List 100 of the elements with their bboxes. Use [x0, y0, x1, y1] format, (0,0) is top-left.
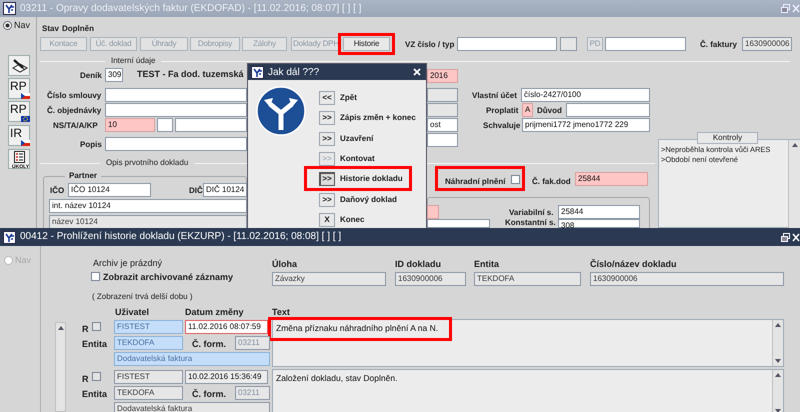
action-label: Zápis změn + konec — [340, 113, 416, 123]
input-field[interactable] — [105, 137, 247, 151]
input-field: TEKDOFA — [474, 272, 581, 286]
checkbox-label: Zobrazit archivované záznamy — [103, 272, 234, 282]
action-label: Uzavření — [340, 134, 374, 144]
action-button[interactable]: >> — [319, 111, 335, 125]
checklist-icon — [14, 151, 25, 163]
input-field[interactable] — [175, 118, 247, 132]
field-label: Číslo smlouvy — [47, 91, 102, 101]
scrollbar[interactable] — [55, 322, 66, 412]
pen-paper-icon — [11, 58, 28, 74]
field-label: Náhradní plnění — [445, 177, 506, 187]
input-field[interactable]: 10.02.2016 15:36:49 — [185, 370, 268, 384]
scrollbar[interactable] — [788, 140, 800, 229]
input-field[interactable]: název 10124 — [49, 215, 247, 229]
input-field[interactable] — [427, 88, 458, 102]
input-field[interactable] — [457, 37, 557, 51]
field-label: Popis — [80, 140, 102, 150]
column-header: Datum změny — [185, 307, 244, 317]
edit-toolbar-button[interactable] — [8, 55, 30, 76]
input-field[interactable] — [560, 37, 577, 51]
input-field[interactable] — [427, 219, 490, 228]
report-toolbar-button[interactable]: RP — [8, 101, 30, 122]
field-label: ID dokladu — [395, 259, 442, 269]
scrollbar[interactable] — [772, 370, 783, 412]
report-toolbar-button[interactable]: RP — [8, 78, 30, 99]
input-field[interactable]: int. název 10124 — [49, 199, 247, 213]
text-area[interactable]: Změna příznaku náhradního plnění A na N. — [272, 319, 784, 367]
input-field[interactable] — [105, 103, 247, 117]
input-field[interactable]: Dodavatelská faktura — [114, 402, 270, 412]
input-field[interactable]: TEKDOFA — [114, 386, 183, 400]
input-field[interactable] — [427, 205, 439, 219]
action-button[interactable]: >> — [319, 132, 335, 146]
field-label: Č. faktury — [700, 40, 737, 50]
field-label: Entita — [474, 259, 500, 269]
field-label: Úloha — [272, 259, 298, 269]
input-field[interactable]: A — [522, 103, 533, 117]
field-label: DIČ — [189, 186, 203, 196]
input-field[interactable]: Dodavatelská faktura — [114, 352, 270, 366]
checkbox[interactable] — [92, 322, 101, 331]
action-label: Konec — [340, 215, 364, 225]
form-button[interactable]: Historie — [343, 37, 390, 51]
scroll-down-icon[interactable] — [774, 358, 782, 364]
scroll-up-icon[interactable] — [774, 372, 782, 378]
field-label: Schvaluje — [483, 121, 520, 131]
input-field[interactable]: TEKDOFA — [114, 336, 183, 350]
text-area[interactable]: Založení dokladu, stav Doplněn. — [272, 369, 784, 412]
input-field[interactable]: 308 — [558, 219, 640, 228]
field-label: IČO — [50, 186, 64, 196]
field-label: Variabilní s. — [509, 208, 554, 218]
input-field[interactable]: 10 — [105, 118, 155, 132]
field-label: NS/TA/A/KP — [53, 121, 98, 131]
input-field[interactable]: DIČ 10124 — [203, 183, 247, 197]
input-field[interactable]: 11.02.2016 08:07:59 — [185, 320, 268, 334]
input-field[interactable] — [105, 88, 247, 102]
input-field[interactable] — [566, 103, 650, 117]
action-button[interactable]: >> — [319, 172, 335, 186]
input-field[interactable]: IČO 10124 — [68, 183, 151, 197]
scroll-up-icon[interactable] — [774, 322, 782, 328]
archive-note: Archiv je prázdný — [93, 258, 162, 268]
nav-radio[interactable] — [3, 21, 12, 30]
scrollbar[interactable] — [772, 320, 783, 366]
action-button[interactable]: X — [319, 213, 335, 227]
field-label: Č. objednávky — [47, 106, 102, 116]
window-title: 00412 - Prohlížení historie dokladu (EKZURP) - [11.02.2016; 08:08] [ ] [ ] — [20, 230, 342, 244]
input-field[interactable] — [605, 37, 686, 51]
checkbox[interactable] — [511, 175, 520, 184]
window-title: 03211 - Opravy dodavatelských faktur (EKDOFAD) - [11.02.2016; 08:07] [ ] [ ] — [20, 2, 362, 16]
report-toolbar-button[interactable]: IR — [8, 125, 30, 146]
input-field[interactable]: 25844 — [558, 205, 640, 219]
field-label: Konstantní s. — [505, 218, 556, 228]
input-field[interactable] — [427, 103, 458, 117]
action-button[interactable]: >> — [319, 193, 335, 207]
app-logo-icon — [3, 231, 16, 244]
scroll-up-icon[interactable] — [791, 142, 799, 148]
input-field[interactable]: 2016 — [427, 69, 458, 83]
input-field[interactable]: FISTEST — [114, 370, 183, 384]
column-header: Uživatel — [115, 307, 150, 317]
input-field[interactable]: 1630900006 — [742, 37, 792, 51]
input-field[interactable]: prijmeni1772 jmeno1772 229 — [522, 118, 650, 132]
scroll-up-icon[interactable] — [57, 325, 65, 331]
input-field[interactable]: FISTEST — [114, 320, 183, 334]
input-field[interactable]: číslo-2427/0100 — [521, 88, 650, 102]
nav-label: Nav — [14, 20, 30, 30]
input-field[interactable] — [157, 118, 173, 132]
input-field[interactable]: 309 — [105, 68, 123, 82]
input-field[interactable]: ost — [427, 118, 458, 132]
input-field[interactable]: 25844 — [575, 172, 648, 186]
input-field: Závazky — [272, 272, 386, 286]
input-field[interactable] — [427, 133, 458, 147]
field-label: R — [82, 324, 88, 334]
section-title: Interní údaje — [105, 56, 162, 66]
restore-icon[interactable] — [781, 233, 790, 242]
field-label: VZ číslo / typ — [405, 40, 454, 50]
field-label: Č. fak.dod — [532, 177, 571, 187]
hint-text: ( Zobrazení trvá delší dobu ) — [92, 292, 192, 302]
checkbox[interactable] — [92, 372, 101, 381]
field-label: Entita — [82, 389, 108, 399]
checkbox[interactable] — [91, 272, 100, 281]
action-button[interactable]: << — [319, 91, 335, 105]
